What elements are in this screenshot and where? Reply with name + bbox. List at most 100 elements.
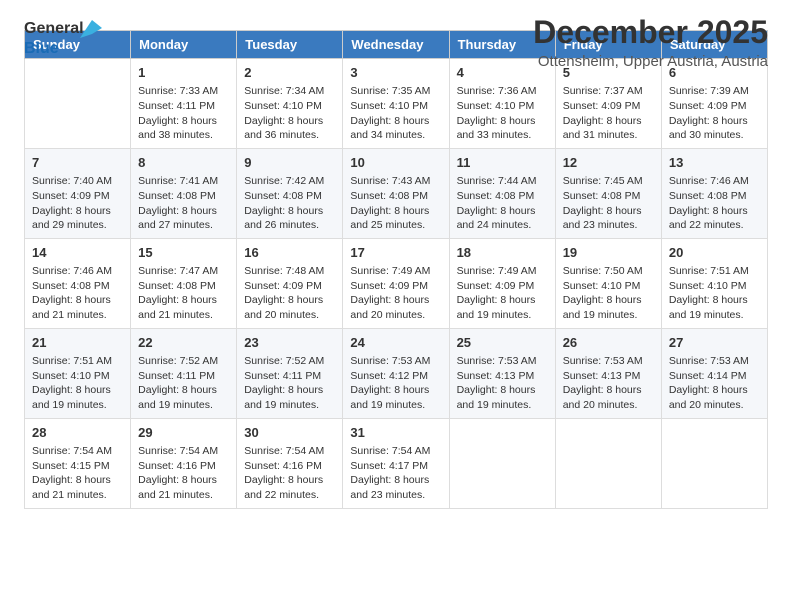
day-info: Sunrise: 7:42 AM Sunset: 4:08 PM Dayligh… [244, 174, 335, 233]
calendar-table: SundayMondayTuesdayWednesdayThursdayFrid… [24, 30, 768, 509]
calendar-cell: 12 Sunrise: 7:45 AM Sunset: 4:08 PM Dayli… [555, 148, 661, 238]
calendar-cell: 7 Sunrise: 7:40 AM Sunset: 4:09 PM Daylig… [25, 148, 131, 238]
day-info: Sunrise: 7:54 AM Sunset: 4:16 PM Dayligh… [138, 444, 229, 503]
day-info: Sunrise: 7:53 AM Sunset: 4:12 PM Dayligh… [350, 354, 441, 413]
day-info: Sunrise: 7:53 AM Sunset: 4:14 PM Dayligh… [669, 354, 760, 413]
day-number: 28 [32, 424, 123, 442]
day-number: 26 [563, 334, 654, 352]
calendar-cell: 11 Sunrise: 7:44 AM Sunset: 4:08 PM Dayli… [449, 148, 555, 238]
day-number: 7 [32, 154, 123, 172]
calendar-cell: 31 Sunrise: 7:54 AM Sunset: 4:17 PM Dayli… [343, 418, 449, 508]
calendar-cell: 14 Sunrise: 7:46 AM Sunset: 4:08 PM Dayli… [25, 238, 131, 328]
day-number: 25 [457, 334, 548, 352]
weekday-header-wednesday: Wednesday [343, 31, 449, 59]
day-info: Sunrise: 7:52 AM Sunset: 4:11 PM Dayligh… [138, 354, 229, 413]
day-number: 1 [138, 64, 229, 82]
day-info: Sunrise: 7:54 AM Sunset: 4:15 PM Dayligh… [32, 444, 123, 503]
day-number: 15 [138, 244, 229, 262]
calendar-cell: 18 Sunrise: 7:49 AM Sunset: 4:09 PM Dayli… [449, 238, 555, 328]
logo-arrow-icon [80, 20, 102, 38]
day-info: Sunrise: 7:40 AM Sunset: 4:09 PM Dayligh… [32, 174, 123, 233]
calendar-cell: 17Sunrise: 7:49 AM Sunset: 4:09 PM Dayli… [343, 238, 449, 328]
calendar-cell [25, 59, 131, 149]
day-info: Sunrise: 7:37 AM Sunset: 4:09 PM Dayligh… [563, 84, 654, 143]
day-info: Sunrise: 7:54 AM Sunset: 4:17 PM Dayligh… [350, 444, 441, 503]
day-number: 3 [350, 64, 441, 82]
day-number: 17 [350, 244, 441, 262]
calendar-cell: 8 Sunrise: 7:41 AM Sunset: 4:08 PM Daylig… [131, 148, 237, 238]
day-number: 11 [457, 154, 548, 172]
day-number: 18 [457, 244, 548, 262]
calendar-cell: 20 Sunrise: 7:51 AM Sunset: 4:10 PM Dayli… [661, 238, 767, 328]
day-number: 16 [244, 244, 335, 262]
calendar-cell: 23Sunrise: 7:52 AM Sunset: 4:11 PM Dayli… [237, 328, 343, 418]
calendar-week-4: 28 Sunrise: 7:54 AM Sunset: 4:15 PM Dayli… [25, 418, 768, 508]
day-info: Sunrise: 7:50 AM Sunset: 4:10 PM Dayligh… [563, 264, 654, 323]
day-number: 12 [563, 154, 654, 172]
day-info: Sunrise: 7:39 AM Sunset: 4:09 PM Dayligh… [669, 84, 760, 143]
calendar-cell: 4Sunrise: 7:36 AM Sunset: 4:10 PM Daylig… [449, 59, 555, 149]
calendar-cell: 6Sunrise: 7:39 AM Sunset: 4:09 PM Daylig… [661, 59, 767, 149]
day-number: 19 [563, 244, 654, 262]
day-info: Sunrise: 7:44 AM Sunset: 4:08 PM Dayligh… [457, 174, 548, 233]
calendar-week-2: 14 Sunrise: 7:46 AM Sunset: 4:08 PM Dayli… [25, 238, 768, 328]
day-info: Sunrise: 7:47 AM Sunset: 4:08 PM Dayligh… [138, 264, 229, 323]
day-number: 27 [669, 334, 760, 352]
logo-text-general: General [24, 20, 84, 38]
calendar-cell [555, 418, 661, 508]
calendar-cell: 9 Sunrise: 7:42 AM Sunset: 4:08 PM Daylig… [237, 148, 343, 238]
day-info: Sunrise: 7:54 AM Sunset: 4:16 PM Dayligh… [244, 444, 335, 503]
day-info: Sunrise: 7:49 AM Sunset: 4:09 PM Dayligh… [457, 264, 548, 323]
calendar-week-0: 1 Sunrise: 7:33 AM Sunset: 4:11 PM Daylig… [25, 59, 768, 149]
calendar-cell: 16 Sunrise: 7:48 AM Sunset: 4:09 PM Dayli… [237, 238, 343, 328]
calendar-cell: 26 Sunrise: 7:53 AM Sunset: 4:13 PM Dayli… [555, 328, 661, 418]
title-overlay: December 2025 Ottensheim, Upper Austria,… [533, 14, 768, 70]
day-number: 21 [32, 334, 123, 352]
calendar-cell: 1 Sunrise: 7:33 AM Sunset: 4:11 PM Daylig… [131, 59, 237, 149]
day-number: 8 [138, 154, 229, 172]
calendar-cell [661, 418, 767, 508]
day-number: 20 [669, 244, 760, 262]
month-title-overlay: December 2025 [533, 14, 768, 51]
calendar-cell: 29 Sunrise: 7:54 AM Sunset: 4:16 PM Dayli… [131, 418, 237, 508]
calendar-cell: 5Sunrise: 7:37 AM Sunset: 4:09 PM Daylig… [555, 59, 661, 149]
day-info: Sunrise: 7:41 AM Sunset: 4:08 PM Dayligh… [138, 174, 229, 233]
day-info: Sunrise: 7:33 AM Sunset: 4:11 PM Dayligh… [138, 84, 229, 143]
day-number: 22 [138, 334, 229, 352]
day-info: Sunrise: 7:53 AM Sunset: 4:13 PM Dayligh… [563, 354, 654, 413]
day-info: Sunrise: 7:43 AM Sunset: 4:08 PM Dayligh… [350, 174, 441, 233]
location-overlay: Ottensheim, Upper Austria, Austria [533, 53, 768, 70]
day-info: Sunrise: 7:46 AM Sunset: 4:08 PM Dayligh… [669, 174, 760, 233]
day-info: Sunrise: 7:48 AM Sunset: 4:09 PM Dayligh… [244, 264, 335, 323]
logo-text-blue: Blue [24, 40, 59, 58]
weekday-header-tuesday: Tuesday [237, 31, 343, 59]
day-number: 29 [138, 424, 229, 442]
day-info: Sunrise: 7:53 AM Sunset: 4:13 PM Dayligh… [457, 354, 548, 413]
day-number: 14 [32, 244, 123, 262]
calendar-cell: 28 Sunrise: 7:54 AM Sunset: 4:15 PM Dayli… [25, 418, 131, 508]
weekday-header-monday: Monday [131, 31, 237, 59]
day-info: Sunrise: 7:46 AM Sunset: 4:08 PM Dayligh… [32, 264, 123, 323]
day-info: Sunrise: 7:36 AM Sunset: 4:10 PM Dayligh… [457, 84, 548, 143]
calendar-cell: 19 Sunrise: 7:50 AM Sunset: 4:10 PM Dayli… [555, 238, 661, 328]
calendar-cell: 24Sunrise: 7:53 AM Sunset: 4:12 PM Dayli… [343, 328, 449, 418]
day-info: Sunrise: 7:34 AM Sunset: 4:10 PM Dayligh… [244, 84, 335, 143]
day-number: 10 [350, 154, 441, 172]
calendar-cell: 21 Sunrise: 7:51 AM Sunset: 4:10 PM Dayli… [25, 328, 131, 418]
calendar-cell: 27 Sunrise: 7:53 AM Sunset: 4:14 PM Dayli… [661, 328, 767, 418]
calendar-cell [449, 418, 555, 508]
calendar-cell: 2 Sunrise: 7:34 AM Sunset: 4:10 PM Daylig… [237, 59, 343, 149]
day-number: 13 [669, 154, 760, 172]
logo-container: General Blue [24, 20, 84, 64]
day-info: Sunrise: 7:35 AM Sunset: 4:10 PM Dayligh… [350, 84, 441, 143]
calendar-cell: 13 Sunrise: 7:46 AM Sunset: 4:08 PM Dayli… [661, 148, 767, 238]
day-info: Sunrise: 7:51 AM Sunset: 4:10 PM Dayligh… [32, 354, 123, 413]
day-number: 9 [244, 154, 335, 172]
day-info: Sunrise: 7:52 AM Sunset: 4:11 PM Dayligh… [244, 354, 335, 413]
calendar-cell: 22 Sunrise: 7:52 AM Sunset: 4:11 PM Dayli… [131, 328, 237, 418]
day-number: 2 [244, 64, 335, 82]
day-number: 31 [350, 424, 441, 442]
calendar-cell: 15 Sunrise: 7:47 AM Sunset: 4:08 PM Dayli… [131, 238, 237, 328]
day-info: Sunrise: 7:51 AM Sunset: 4:10 PM Dayligh… [669, 264, 760, 323]
day-info: Sunrise: 7:45 AM Sunset: 4:08 PM Dayligh… [563, 174, 654, 233]
